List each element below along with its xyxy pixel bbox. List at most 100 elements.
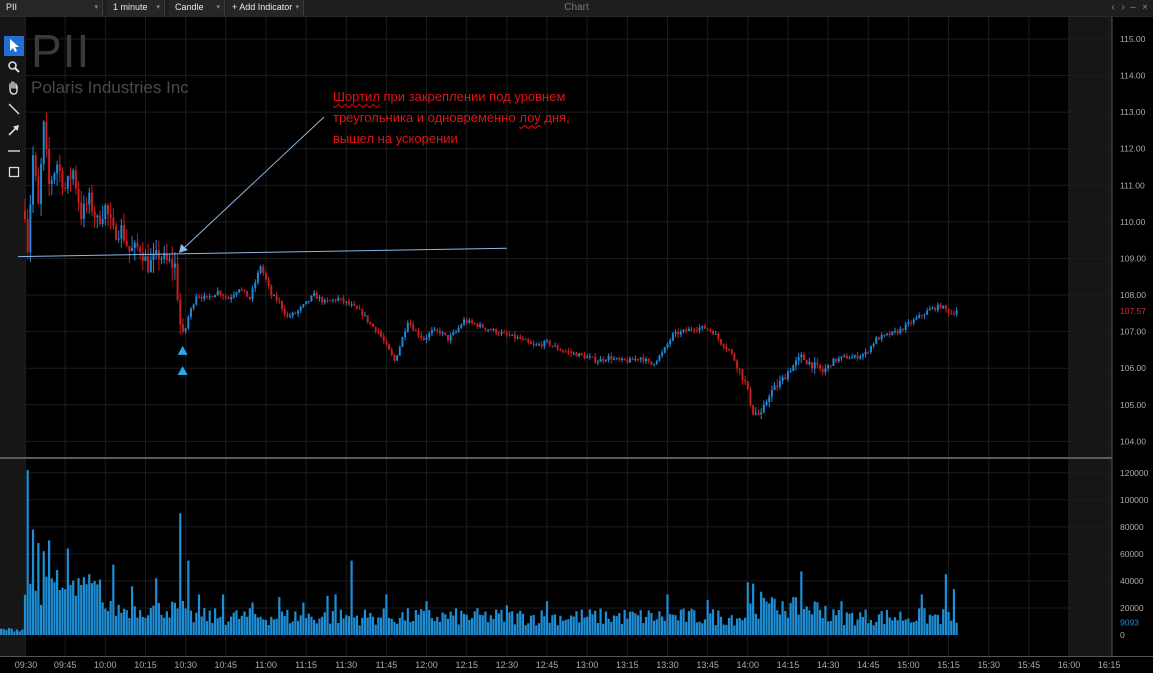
candle-body bbox=[198, 296, 201, 298]
candle-body bbox=[42, 121, 45, 164]
tool-horizontal-line[interactable] bbox=[4, 141, 24, 161]
candle-body bbox=[313, 292, 316, 296]
candle-body bbox=[639, 357, 642, 360]
volume-bar bbox=[936, 614, 939, 635]
candle-body bbox=[861, 354, 864, 357]
volume-bar bbox=[31, 529, 35, 635]
candle-body bbox=[591, 356, 594, 358]
candle-body bbox=[422, 337, 425, 340]
volume-bar bbox=[784, 611, 787, 635]
time-tick-label: 10:30 bbox=[174, 660, 197, 670]
candle-body bbox=[615, 358, 618, 360]
volume-bar bbox=[658, 611, 661, 635]
tool-zoom[interactable] bbox=[4, 57, 24, 77]
tool-pointer[interactable] bbox=[4, 36, 24, 56]
time-tick-label: 15:15 bbox=[937, 660, 960, 670]
candle-body bbox=[519, 337, 522, 339]
volume-bar bbox=[495, 609, 498, 635]
volume-bar bbox=[184, 608, 187, 635]
price-tick-label: 105.00 bbox=[1120, 400, 1146, 410]
volume-bar bbox=[326, 595, 329, 635]
candle-body bbox=[647, 359, 650, 362]
candle-body bbox=[115, 226, 118, 240]
volume-bar bbox=[770, 597, 773, 635]
candle-body bbox=[206, 295, 209, 297]
candle-body bbox=[786, 371, 789, 380]
candle-body bbox=[532, 343, 535, 346]
volume-bar bbox=[604, 611, 608, 635]
volume-tick-label: 60000 bbox=[1120, 549, 1144, 559]
candle-body bbox=[730, 349, 733, 354]
volume-bar bbox=[283, 616, 286, 635]
candle-body bbox=[663, 347, 666, 353]
candle-body bbox=[626, 360, 629, 363]
candle-body bbox=[449, 335, 452, 341]
tool-line[interactable] bbox=[4, 99, 24, 119]
candle-body bbox=[123, 225, 126, 241]
volume-bar bbox=[72, 580, 75, 635]
volume-bar bbox=[171, 601, 174, 635]
candle-body bbox=[669, 340, 672, 345]
candle-body bbox=[307, 301, 310, 303]
tool-arrow[interactable] bbox=[4, 120, 24, 140]
volume-bar bbox=[230, 616, 233, 635]
candle-body bbox=[323, 300, 326, 303]
tool-hand[interactable] bbox=[4, 78, 24, 98]
volume-bar bbox=[323, 612, 326, 635]
volume-bar bbox=[867, 623, 870, 635]
volume-bar bbox=[655, 619, 658, 635]
candle-body bbox=[837, 358, 840, 362]
tool-rectangle[interactable] bbox=[4, 162, 24, 182]
time-tick-label: 14:15 bbox=[777, 660, 800, 670]
candle-body bbox=[556, 345, 559, 350]
volume-bar bbox=[682, 608, 685, 635]
candle-body bbox=[698, 327, 701, 331]
candle-body bbox=[733, 353, 736, 361]
volume-bar bbox=[631, 611, 634, 635]
price-tick-label: 112.00 bbox=[1120, 144, 1146, 154]
candle-body bbox=[243, 289, 246, 291]
candle-body bbox=[487, 329, 490, 331]
candle-body bbox=[390, 349, 393, 355]
volume-bar bbox=[612, 615, 616, 635]
candle-body bbox=[928, 308, 931, 311]
volume-bar bbox=[144, 617, 147, 635]
candle-body bbox=[224, 296, 227, 298]
volume-bar bbox=[931, 615, 934, 635]
volume-bar bbox=[120, 612, 123, 635]
candle-body bbox=[513, 334, 516, 339]
volume-bar bbox=[243, 611, 246, 635]
volume-bar bbox=[77, 578, 80, 635]
candle-body bbox=[757, 413, 760, 415]
volume-bar bbox=[98, 579, 102, 635]
candle-body bbox=[417, 330, 420, 336]
candle-body bbox=[133, 242, 136, 248]
time-tick-label: 12:45 bbox=[536, 660, 559, 670]
candle-body bbox=[634, 358, 637, 361]
volume-bar bbox=[26, 470, 29, 635]
volume-bar bbox=[176, 608, 179, 635]
volume-bar bbox=[516, 613, 519, 635]
candle-body bbox=[942, 305, 945, 309]
volume-bar bbox=[636, 615, 640, 635]
volume-bar bbox=[827, 621, 830, 635]
candle-body bbox=[776, 385, 779, 387]
candle-body bbox=[404, 331, 407, 338]
candle-body bbox=[32, 155, 35, 205]
candle-body bbox=[98, 215, 101, 224]
volume-bar bbox=[848, 613, 851, 635]
volume-bar bbox=[709, 613, 712, 635]
candle-body bbox=[653, 363, 656, 365]
candle-body bbox=[808, 362, 811, 365]
volume-bar bbox=[661, 616, 664, 635]
volume-bar bbox=[883, 623, 886, 635]
candle-body bbox=[693, 329, 696, 331]
candle-body bbox=[460, 324, 463, 328]
volume-bar bbox=[647, 610, 650, 635]
volume-bar bbox=[487, 622, 490, 635]
volume-bar bbox=[891, 620, 894, 635]
candle-body bbox=[433, 329, 436, 331]
volume-bar bbox=[433, 621, 436, 635]
volume-bar bbox=[29, 583, 32, 635]
volume-bar bbox=[685, 621, 688, 635]
